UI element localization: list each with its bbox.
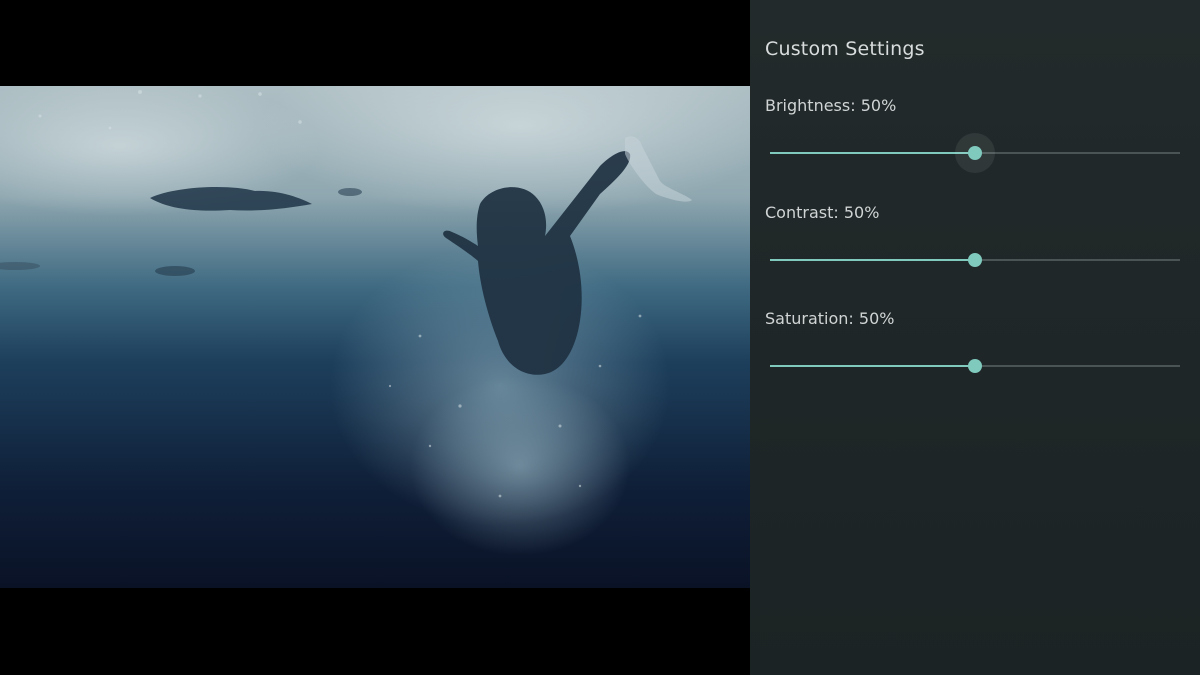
slider-thumb[interactable] (968, 146, 982, 160)
video-frame (0, 86, 750, 588)
panel-title: Custom Settings (765, 38, 925, 60)
slider-thumb[interactable] (968, 359, 982, 373)
contrast-slider[interactable] (770, 247, 1180, 273)
contrast-label: Contrast: 50% (765, 203, 880, 222)
custom-settings-panel: Custom Settings Brightness: 50% Contrast… (750, 0, 1200, 675)
saturation-setting: Saturation: 50% (750, 309, 1200, 399)
contrast-setting: Contrast: 50% (750, 203, 1200, 293)
saturation-label: Saturation: 50% (765, 309, 895, 328)
slider-fill (770, 152, 975, 154)
brightness-slider[interactable] (770, 133, 1180, 173)
brightness-label: Brightness: 50% (765, 96, 897, 115)
brightness-setting: Brightness: 50% (750, 96, 1200, 186)
slider-fill (770, 259, 975, 261)
video-player[interactable] (0, 0, 750, 675)
saturation-slider[interactable] (770, 353, 1180, 379)
slider-fill (770, 365, 975, 367)
slider-thumb[interactable] (968, 253, 982, 267)
underwater-scene-image (0, 86, 750, 588)
